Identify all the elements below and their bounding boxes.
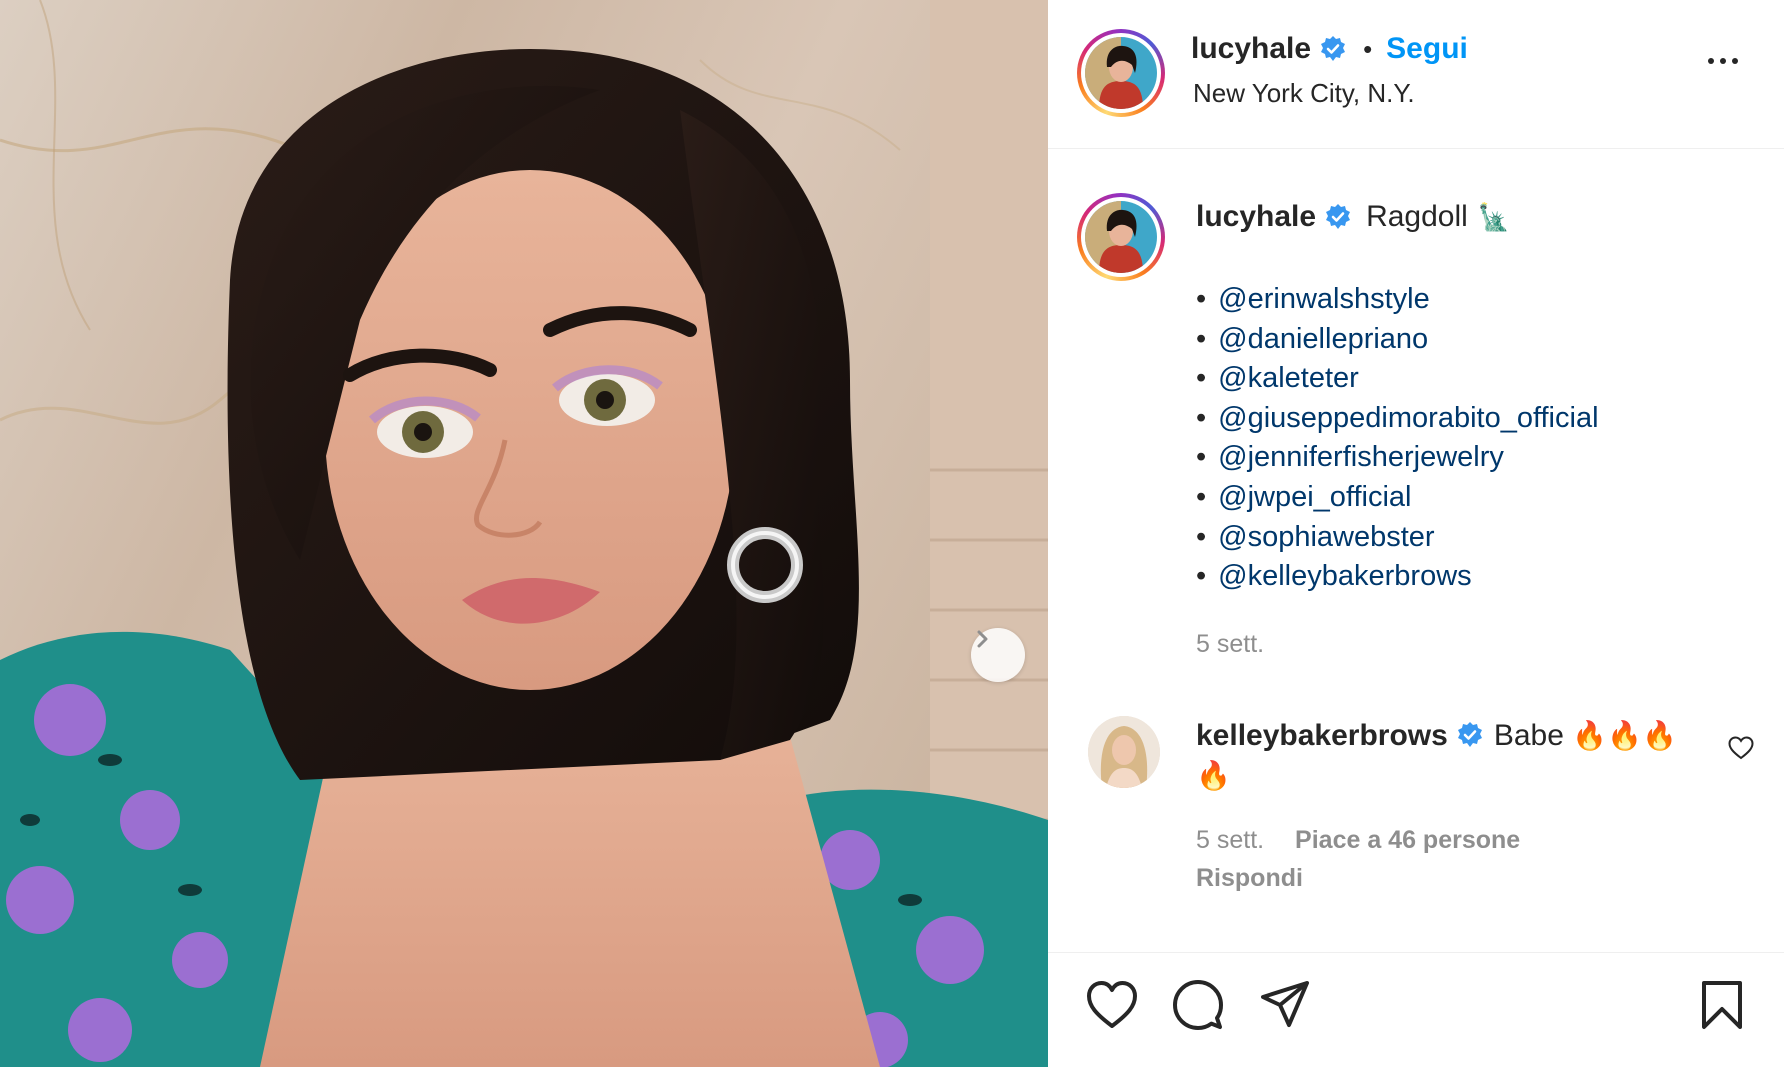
mention-bullet: • (1196, 322, 1207, 355)
mention-item: • @erinwalshstyle (1196, 280, 1599, 320)
header-divider (1048, 148, 1784, 149)
comment-like-button[interactable] (1728, 736, 1754, 765)
paper-plane-icon (1261, 981, 1309, 1027)
mention-link[interactable]: @kelleybakerbrows (1218, 560, 1471, 592)
mention-item: • @kelleybakerbrows (1196, 557, 1599, 597)
verified-badge-icon (1457, 722, 1482, 747)
caption-author-avatar-image (1085, 201, 1157, 273)
caption-mentions-list: • @erinwalshstyle • @daniellepriano • @kalete… (1196, 280, 1599, 597)
fire-emoji: 🔥 (1196, 760, 1231, 791)
mention-item: • @daniellepriano (1196, 320, 1599, 360)
fire-emoji: 🔥 (1572, 720, 1608, 751)
header-separator: • (1363, 33, 1373, 64)
caption-text: Ragdoll (1366, 200, 1468, 233)
mention-bullet: • (1196, 401, 1207, 434)
more-options-icon[interactable] (1708, 58, 1738, 64)
post-photo[interactable] (0, 0, 1048, 1067)
post-actions-bar (1048, 952, 1784, 1067)
caption-author-username[interactable]: lucyhale (1196, 200, 1316, 234)
verified-badge-icon (1321, 36, 1346, 61)
mention-bullet: • (1196, 441, 1207, 474)
chevron-right-icon (977, 630, 988, 648)
statue-of-liberty-emoji: 🗽 (1477, 201, 1511, 232)
mention-link[interactable]: @sophiawebster (1218, 521, 1434, 553)
like-button[interactable] (1086, 980, 1138, 1035)
comment-icon (1173, 980, 1223, 1030)
comment-text: Babe (1493, 719, 1564, 752)
post-photo-illustration (0, 0, 1048, 1067)
bookmark-icon (1702, 981, 1742, 1029)
mention-link[interactable]: @kaleteter (1218, 362, 1359, 394)
comment-meta: 5 sett. Piace a 46 persone (1196, 826, 1520, 855)
commenter-username[interactable]: kelleybakerbrows (1196, 719, 1448, 752)
post-detail-panel: lucyhale • Segui New York City, N.Y. luc… (1048, 0, 1784, 1067)
author-avatar[interactable] (1077, 29, 1165, 117)
mention-item: • @jwpei_official (1196, 478, 1599, 518)
mention-bullet: • (1196, 480, 1207, 513)
heart-icon (1728, 736, 1754, 760)
mention-bullet: • (1196, 560, 1207, 593)
verified-badge-icon (1326, 204, 1351, 229)
share-button[interactable] (1260, 980, 1310, 1035)
follow-button[interactable]: Segui (1386, 32, 1468, 66)
fire-emoji: 🔥 (1641, 720, 1677, 751)
save-button[interactable] (1700, 980, 1744, 1035)
mention-link[interactable]: @jenniferfisherjewelry (1218, 441, 1504, 473)
mention-link[interactable]: @giuseppedimorabito_official (1218, 402, 1598, 434)
mention-item: • @jenniferfisherjewelry (1196, 438, 1599, 478)
mention-bullet: • (1196, 283, 1207, 315)
comment-button[interactable] (1173, 980, 1223, 1035)
mention-item: • @giuseppedimorabito_official (1196, 399, 1599, 439)
mention-item: • @kaleteter (1196, 359, 1599, 399)
post-timestamp[interactable]: 5 sett. (1196, 630, 1264, 659)
mention-link[interactable]: @jwpei_official (1218, 481, 1411, 513)
fire-emoji: 🔥 (1607, 720, 1642, 751)
commenter-avatar-image (1088, 716, 1160, 788)
mention-bullet: • (1196, 520, 1207, 553)
reply-button[interactable]: Rispondi (1196, 864, 1303, 893)
carousel-next-button[interactable] (971, 628, 1025, 682)
commenter-avatar[interactable] (1088, 716, 1160, 788)
mention-link[interactable]: @erinwalshstyle (1218, 283, 1430, 315)
post-location[interactable]: New York City, N.Y. (1193, 78, 1415, 109)
comment-timestamp[interactable]: 5 sett. (1196, 826, 1264, 854)
mention-link[interactable]: @daniellepriano (1218, 323, 1428, 355)
author-username[interactable]: lucyhale (1191, 32, 1311, 66)
heart-icon (1087, 981, 1137, 1028)
mention-item: • @sophiawebster (1196, 518, 1599, 558)
mention-bullet: • (1196, 362, 1207, 395)
caption-author-avatar[interactable] (1077, 193, 1165, 281)
comment-likes-count[interactable]: Piace a 46 persone (1295, 826, 1520, 854)
author-avatar-image (1085, 37, 1157, 109)
